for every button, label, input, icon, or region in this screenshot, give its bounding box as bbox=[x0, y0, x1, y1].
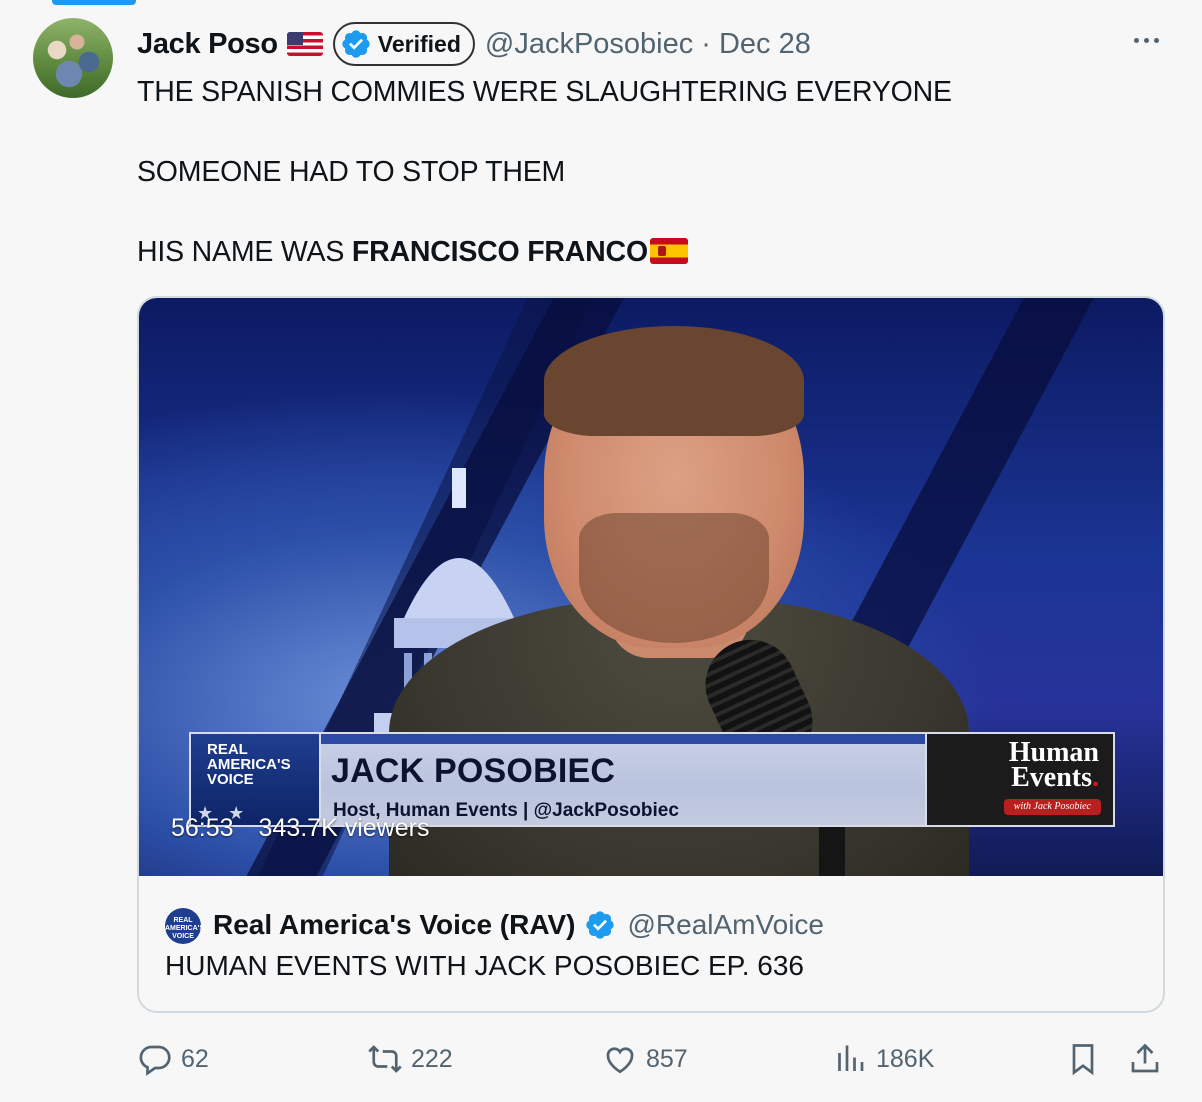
tweet-date[interactable]: Dec 28 bbox=[719, 28, 811, 61]
lower-third: REAL AMERICA'S VOICE ★ ★ JACK POSOBIEC H… bbox=[189, 732, 1115, 827]
verified-badge-icon bbox=[342, 30, 370, 58]
video-meta: 56:53 343.7K viewers bbox=[171, 814, 429, 843]
human-events-logo: Human Events. with Jack Posobiec bbox=[925, 732, 1115, 827]
like-count: 857 bbox=[646, 1044, 688, 1073]
quote-card[interactable]: REAL AMERICA'S VOICE ★ ★ JACK POSOBIEC H… bbox=[137, 296, 1165, 1013]
video-viewers: 343.7K viewers bbox=[258, 814, 430, 842]
repost-count: 222 bbox=[411, 1044, 453, 1073]
presenter-hair bbox=[544, 326, 804, 436]
views-button[interactable]: 186K bbox=[832, 1036, 934, 1082]
top-accent-bar bbox=[52, 0, 136, 5]
tweet-text-plain: HIS NAME WAS bbox=[137, 236, 352, 268]
presenter-beard bbox=[579, 513, 769, 643]
quoted-handle[interactable]: @RealAmVoice bbox=[628, 909, 825, 941]
verified-button[interactable]: Verified bbox=[332, 22, 475, 66]
rav-logo-line: AMERICA'S bbox=[207, 756, 291, 773]
name-bar-accent bbox=[321, 734, 925, 744]
spain-flag-icon bbox=[649, 238, 688, 264]
quoted-author-name[interactable]: Real America's Voice (RAV) bbox=[213, 909, 576, 941]
avatar[interactable] bbox=[33, 18, 113, 98]
reply-count: 62 bbox=[181, 1044, 209, 1073]
tweet-text-bold: FRANCISCO FRANCO bbox=[351, 236, 648, 268]
rav-logo: REAL AMERICA'S VOICE ★ ★ bbox=[189, 732, 321, 827]
show-logo-tag: with Jack Posobiec bbox=[1003, 799, 1101, 815]
quoted-header: Real America's Voice (RAV) @RealAmVoice bbox=[213, 902, 824, 948]
tweet-text-line: HIS NAME WAS FRANCISCO FRANCO bbox=[137, 232, 1137, 272]
view-count: 186K bbox=[876, 1044, 935, 1073]
views-icon bbox=[838, 1045, 864, 1071]
tweet-text-line: THE SPANISH COMMIES WERE SLAUGHTERING EV… bbox=[137, 76, 952, 108]
bookmark-icon bbox=[1072, 1044, 1094, 1076]
name-bar: JACK POSOBIEC Host, Human Events | @Jack… bbox=[321, 732, 925, 827]
more-icon[interactable] bbox=[1126, 30, 1166, 50]
tweet-text-line: SOMEONE HAD TO STOP THEM bbox=[137, 156, 566, 188]
reply-icon bbox=[139, 1045, 171, 1076]
verified-label: Verified bbox=[377, 30, 461, 57]
bookmark-button[interactable] bbox=[1065, 1036, 1101, 1082]
share-icon bbox=[1131, 1043, 1159, 1073]
video-player[interactable]: REAL AMERICA'S VOICE ★ ★ JACK POSOBIEC H… bbox=[139, 298, 1163, 876]
like-button[interactable]: 857 bbox=[602, 1036, 688, 1082]
rav-logo-line: REAL bbox=[207, 741, 248, 758]
like-icon bbox=[606, 1047, 634, 1074]
video-duration: 56:53 bbox=[171, 814, 234, 842]
separator: · bbox=[701, 27, 711, 60]
tweet-header: Jack Poso Verified @JackPosobiec · Dec 2… bbox=[137, 22, 811, 66]
quoted-text: HUMAN EVENTS WITH JACK POSOBIEC EP. 636 bbox=[165, 950, 804, 981]
action-bar: 62 222 857 186K bbox=[137, 1036, 1167, 1082]
repost-icon bbox=[368, 1045, 402, 1073]
rav-logo-line: VOICE bbox=[207, 771, 254, 788]
lower-third-name: JACK POSOBIEC bbox=[331, 752, 616, 790]
author-name[interactable]: Jack Poso bbox=[137, 28, 278, 61]
quoted-tweet[interactable]: REAL AMERICA'S VOICE Real America's Voice … bbox=[139, 876, 1163, 1011]
reply-button[interactable]: 62 bbox=[137, 1036, 209, 1082]
verified-badge-icon bbox=[585, 911, 614, 939]
repost-button[interactable]: 222 bbox=[367, 1036, 453, 1082]
us-flag-icon bbox=[286, 32, 323, 56]
quoted-avatar[interactable]: REAL AMERICA'S VOICE bbox=[165, 908, 204, 944]
author-handle[interactable]: @JackPosobiec bbox=[485, 28, 693, 61]
share-button[interactable] bbox=[1127, 1036, 1163, 1082]
tweet-text: THE SPANISH COMMIES WERE SLAUGHTERING EV… bbox=[137, 72, 1137, 272]
show-logo-line: Events. bbox=[1011, 762, 1099, 793]
